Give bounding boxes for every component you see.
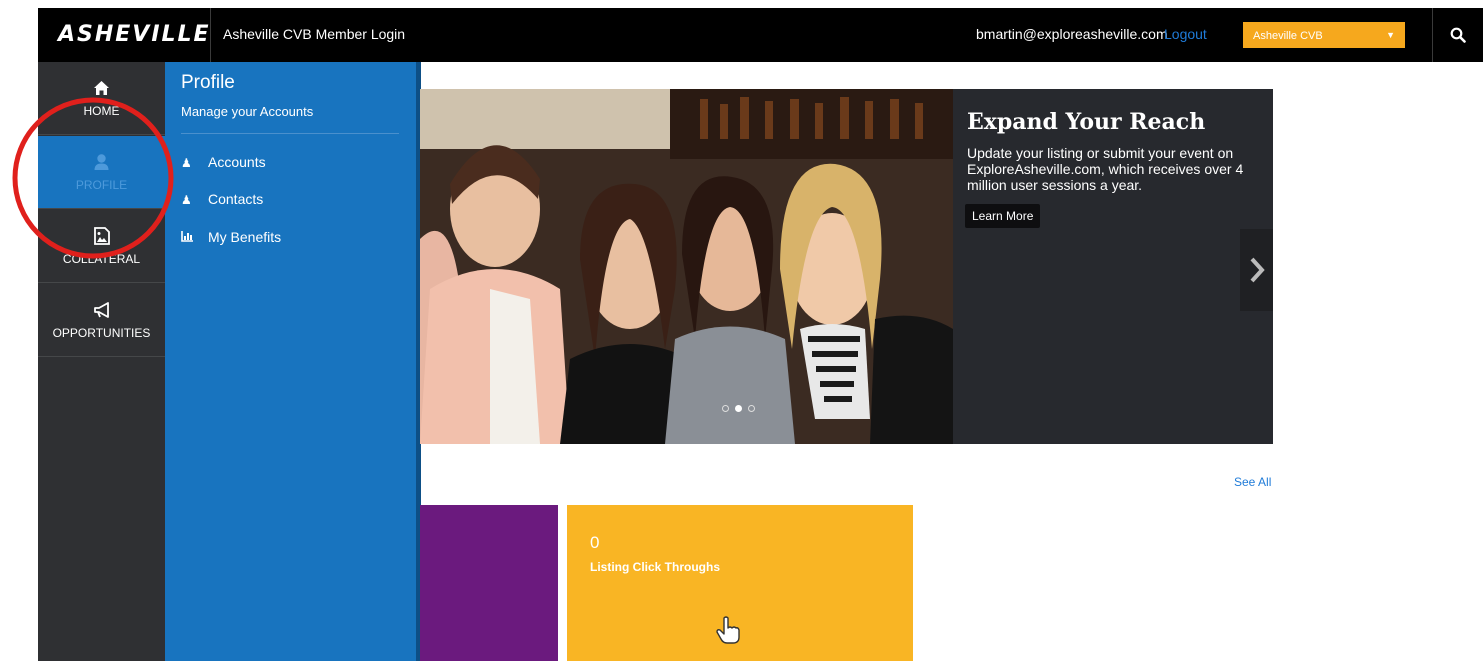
sidebar-item-label: OPPORTUNITIES (52, 326, 151, 340)
site-title: Asheville CVB Member Login (223, 26, 406, 42)
hero-photo (420, 89, 953, 444)
sidebar-spacer (38, 356, 166, 518)
profile-flyout-menu: Profile Manage your Accounts ♟ Accounts ♟… (165, 62, 421, 661)
stat-tile-listing-click-throughs[interactable]: 0 Listing Click Throughs (567, 505, 913, 661)
hero-body: Update your listing or submit your event… (967, 145, 1244, 193)
megaphone-icon (94, 302, 109, 318)
bar-chart-icon (181, 231, 208, 245)
annotation-circle (12, 97, 174, 259)
top-navigation-bar: ASHEVILLE Asheville CVB Member Login bma… (38, 8, 1483, 62)
search-icon (1450, 27, 1466, 43)
chevron-right-icon (1250, 257, 1265, 283)
carousel-next-button[interactable] (1240, 229, 1273, 311)
hero-title: Expand Your Reach (967, 109, 1206, 135)
search-button[interactable] (1432, 8, 1483, 62)
carousel-dot-2[interactable] (735, 405, 742, 412)
user-email: bmartin@exploreasheville.com (976, 26, 1168, 42)
divider (210, 8, 211, 62)
asheville-logo[interactable]: ASHEVILLE (58, 22, 211, 47)
logout-link[interactable]: Logout (1164, 26, 1207, 42)
sidebar-item-opportunities[interactable]: OPPORTUNITIES (38, 284, 165, 357)
flyout-item-label: Accounts (208, 154, 266, 170)
flyout-item-my-benefits[interactable]: My Benefits (181, 229, 281, 245)
stat-tile[interactable] (420, 505, 558, 661)
flyout-item-accounts[interactable]: ♟ Accounts (181, 154, 266, 170)
account-select[interactable]: Asheville CVB ▼ (1243, 22, 1405, 48)
carousel-dot-1[interactable] (722, 405, 729, 412)
flyout-title: Profile (181, 72, 235, 93)
account-select-value: Asheville CVB (1253, 30, 1323, 42)
carousel-dot-3[interactable] (748, 405, 755, 412)
user-icon: ♟ (181, 156, 192, 170)
see-all-link[interactable]: See All (1234, 475, 1271, 489)
flyout-item-contacts[interactable]: ♟ Contacts (181, 191, 263, 207)
stat-label: Listing Click Throughs (590, 560, 721, 574)
hero-promo-panel: Expand Your Reach Update your listing or… (953, 89, 1273, 444)
stat-count: 0 (590, 533, 600, 552)
flyout-item-label: My Benefits (208, 229, 282, 245)
hero-carousel: Expand Your Reach Update your listing or… (420, 89, 1273, 444)
divider (181, 133, 399, 134)
user-icon: ♟ (181, 193, 192, 207)
flyout-item-label: Contacts (208, 191, 264, 207)
flyout-subtitle: Manage your Accounts (181, 104, 314, 119)
chevron-down-icon: ▼ (1386, 30, 1395, 40)
pointer-hand-icon (716, 616, 740, 644)
learn-more-button[interactable]: Learn More (965, 204, 1041, 228)
